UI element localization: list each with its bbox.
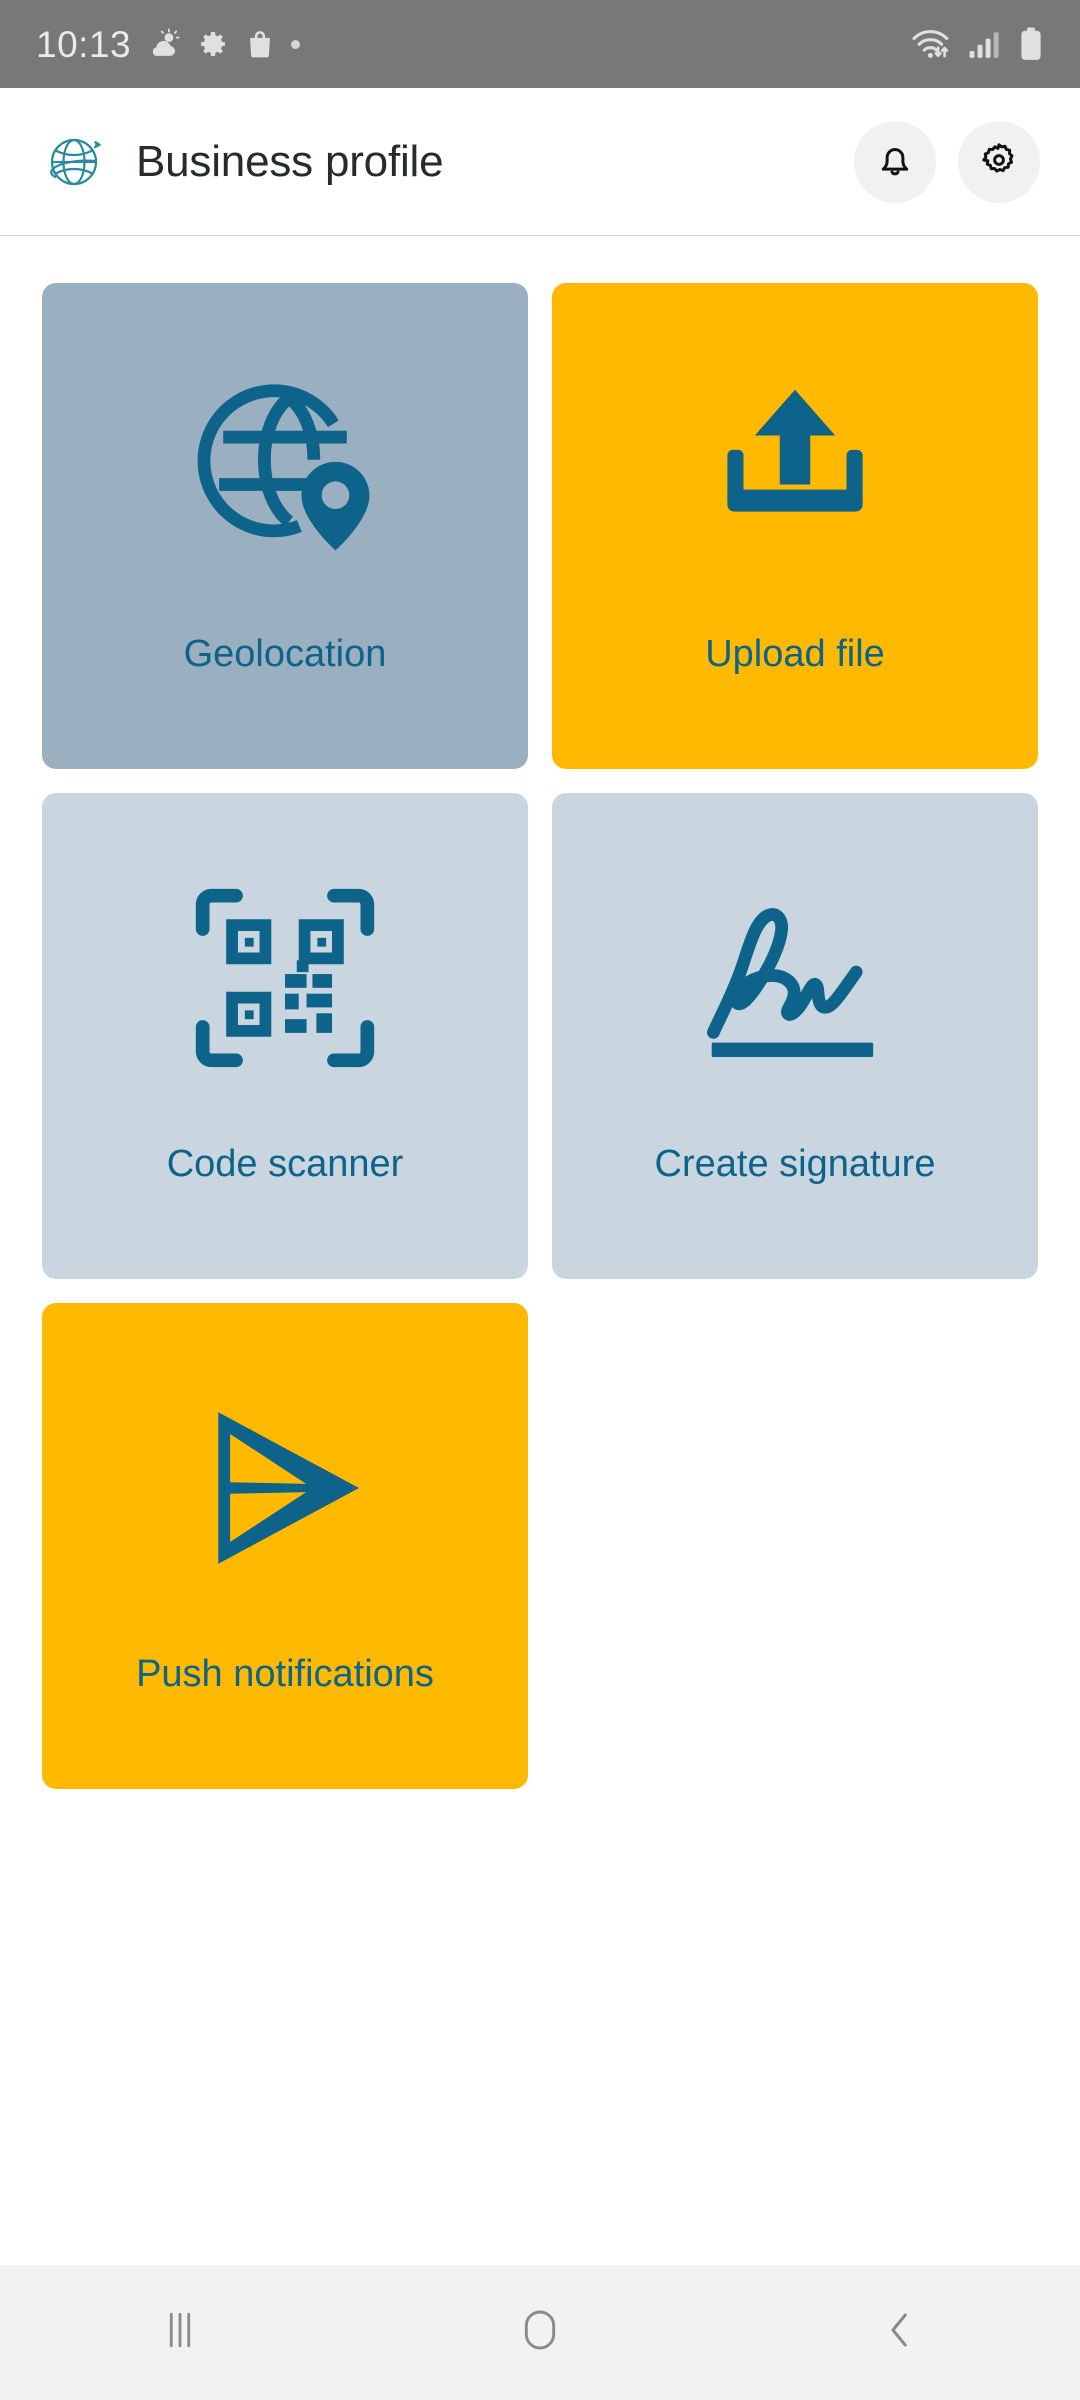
weather-partly-cloudy-icon [147,27,181,61]
tile-geolocation[interactable]: Geolocation [42,283,528,769]
tile-label: Upload file [705,633,885,675]
wifi-data-transfer-icon [910,27,952,61]
home-button[interactable] [360,2265,720,2400]
brand: Business profile [40,127,854,197]
cellular-signal-icon [968,28,1002,60]
tile-upload-file[interactable]: Upload file [552,283,1038,769]
header-actions [854,120,1040,203]
settings-button[interactable] [958,120,1040,203]
tile-label: Geolocation [183,633,387,675]
shopping-bag-icon [245,28,275,60]
recents-button[interactable] [0,2265,360,2400]
tile-code-scanner[interactable]: Code scanner [42,793,528,1279]
globe-orbit-logo-icon [40,127,110,197]
tile-label: Create signature [654,1143,936,1185]
app-header: Business profile [0,88,1080,236]
qr-scanner-icon [42,793,528,1145]
tile-label: Code scanner [166,1143,404,1185]
settings-gear-icon [197,28,229,60]
status-bar: 10:13 [0,0,1080,88]
globe-pin-icon [42,283,528,635]
tile-push-notifications[interactable]: Push notifications [42,1303,528,1789]
gear-icon [978,139,1020,184]
battery-full-icon [1018,26,1044,62]
feature-tile-grid: Geolocation Upload file Code scanner Cre… [42,283,1038,1789]
page-title: Business profile [136,136,444,186]
status-bar-right [910,26,1044,62]
more-dot-icon [291,39,301,49]
back-button[interactable] [720,2265,1080,2400]
notifications-button[interactable] [854,120,936,203]
system-navigation-bar [0,2265,1080,2400]
status-bar-left: 10:13 [36,26,910,63]
status-bar-clock: 10:13 [36,23,132,65]
bell-icon [874,139,916,184]
tile-create-signature[interactable]: Create signature [552,793,1038,1279]
upload-icon [552,283,1038,635]
recents-icon [159,2307,201,2358]
signature-icon [552,793,1038,1145]
home-icon [517,2306,563,2359]
tile-label: Push notifications [136,1653,434,1695]
back-icon [880,2307,920,2358]
send-plane-icon [42,1303,528,1655]
